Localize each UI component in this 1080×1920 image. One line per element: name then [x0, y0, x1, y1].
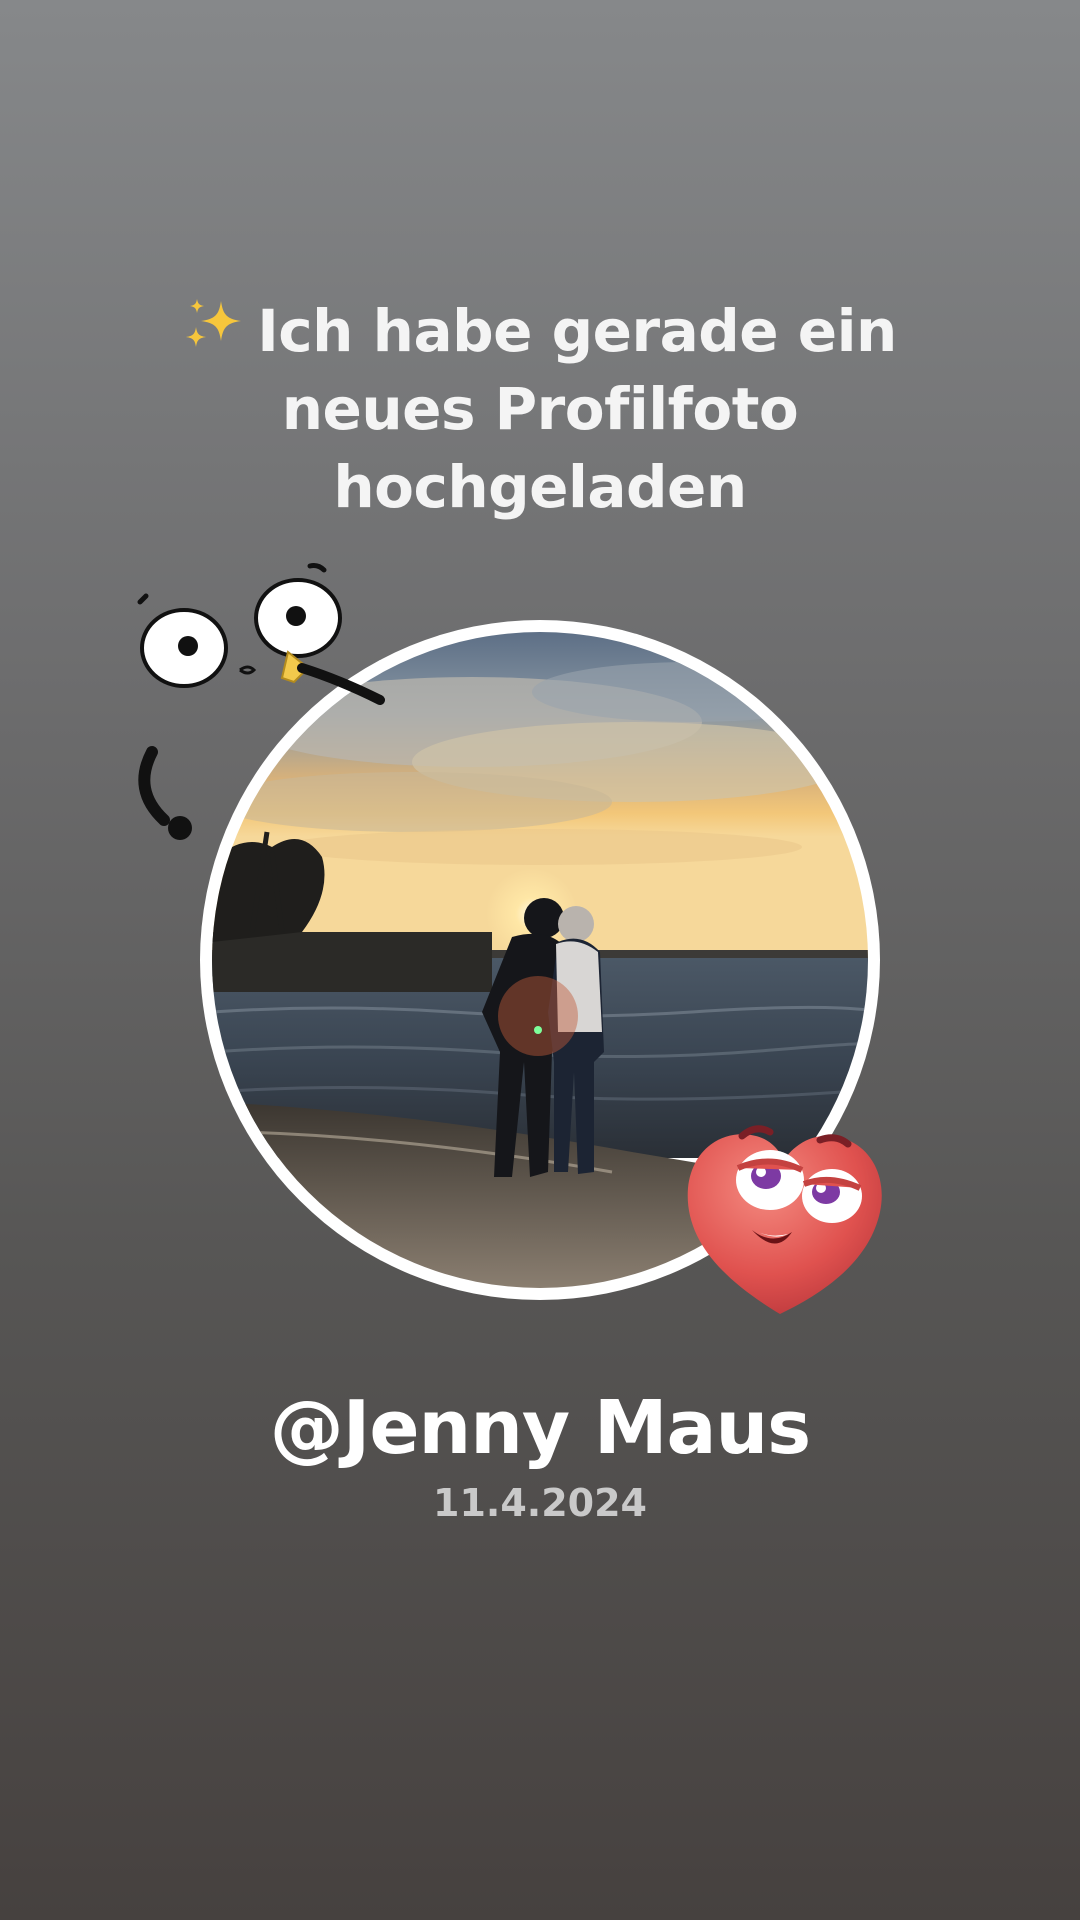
- headline-line-2: neues Profilfoto: [281, 375, 799, 443]
- headline: Ich habe gerade ein neues Profilfoto hoc…: [140, 292, 940, 526]
- sparkles-icon: [186, 299, 242, 347]
- upload-date: 11.4.2024: [433, 1481, 647, 1525]
- headline-line-3: hochgeladen: [333, 453, 747, 521]
- smirking-heart-sticker: [687, 1125, 882, 1314]
- username[interactable]: @Jenny Maus: [0, 1383, 1080, 1473]
- headline-text-1: Ich habe gerade ein: [257, 297, 897, 365]
- googly-eyes-doodle-sticker: [137, 563, 385, 840]
- headline-line-1: Ich habe gerade ein: [140, 292, 940, 370]
